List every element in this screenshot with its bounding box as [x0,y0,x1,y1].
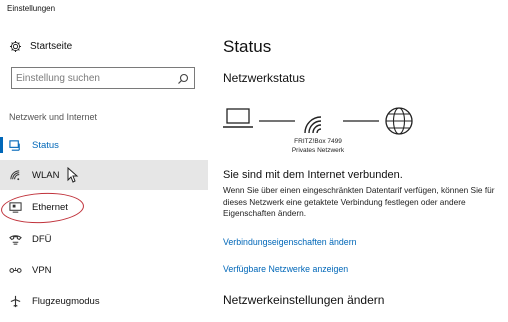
airplane-icon [8,294,22,308]
sidebar-item-vpn[interactable]: VPN [0,255,208,285]
network-type: Privates Netzwerk [291,146,345,154]
home-nav-item[interactable]: Startseite [8,36,72,56]
sidebar-item-wlan[interactable]: WLAN [0,160,208,190]
laptop-icon [223,108,253,128]
sidebar-item-dfu[interactable]: DFÜ [0,224,208,254]
group-label: Netzwerk und Internet [9,112,98,122]
vpn-icon [8,263,22,277]
sidebar-item-label: VPN [32,264,52,276]
mouse-cursor-icon [67,166,79,183]
sidebar-item-label: WLAN [32,169,60,181]
settings-search[interactable] [11,67,195,89]
search-icon[interactable] [177,72,189,84]
sidebar-item-status[interactable]: Status [0,130,208,160]
globe-icon [385,107,413,135]
connection-description: Wenn Sie über einen eingeschränkten Date… [223,185,495,218]
available-networks-link[interactable]: Verfügbare Netzwerke anzeigen [223,264,348,274]
sidebar-item-label: Status [32,139,59,151]
router-label: FRITZ!Box 7499 Privates Netzwerk [268,138,368,155]
router-icon [304,116,322,134]
search-input[interactable] [16,71,166,85]
connection-status-title: Sie sind mit dem Internet verbunden. [223,169,403,181]
page-title: Status [223,37,272,56]
main-content: Status Netzwerkstatus FRITZ!Box 7499 Pri… [208,20,508,322]
connection-properties-link[interactable]: Verbindungseigenschaften ändern [223,237,357,247]
sidebar-item-flugzeugmodus[interactable]: Flugzeugmodus [0,286,208,316]
network-status-heading: Netzwerkstatus [223,71,306,85]
dialup-icon [8,232,22,246]
window-title: Einstellungen [7,4,56,13]
sidebar-item-label: Flugzeugmodus [32,295,100,307]
wifi-icon [8,168,22,182]
home-label: Startseite [30,40,73,52]
status-icon [8,138,22,152]
gear-icon [8,39,22,53]
network-settings-heading: Netzwerkeinstellungen ändern [223,293,385,307]
router-name: FRITZ!Box 7499 [294,138,342,145]
sidebar-item-label: DFÜ [32,233,52,245]
